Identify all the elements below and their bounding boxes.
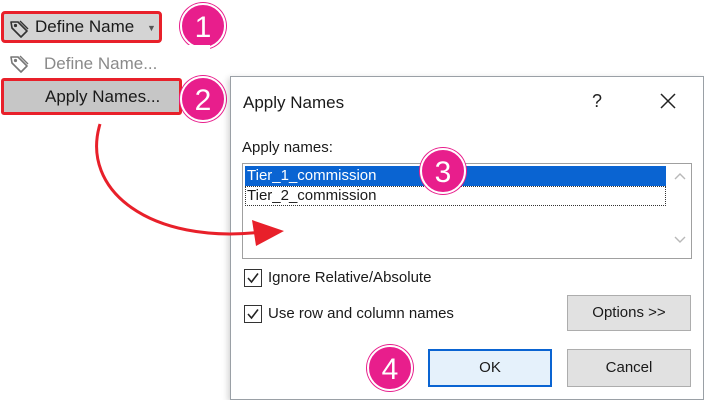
- ignore-relative-label[interactable]: Ignore Relative/Absolute: [268, 269, 431, 286]
- define-name-menu: Define Name... Apply Names...: [0, 45, 210, 130]
- define-name-label: Define Name: [35, 17, 135, 36]
- menu-item-define-name[interactable]: Define Name...: [0, 48, 195, 78]
- menu-item-apply-names[interactable]: Apply Names...: [1, 78, 182, 115]
- apply-names-label: Apply names:: [242, 139, 333, 156]
- dialog-title: Apply Names: [243, 93, 345, 112]
- step-badge-1: 1: [180, 3, 226, 49]
- step-badge-4: 4: [367, 345, 413, 391]
- scroll-up-icon[interactable]: [674, 172, 686, 183]
- use-row-column-label[interactable]: Use row and column names: [268, 305, 454, 322]
- help-button[interactable]: ?: [592, 91, 602, 112]
- ignore-relative-checkbox[interactable]: [244, 269, 262, 287]
- ok-button[interactable]: OK: [428, 349, 552, 387]
- step-badge-3: 3: [420, 148, 466, 194]
- close-icon[interactable]: [654, 87, 682, 115]
- cancel-button[interactable]: Cancel: [567, 349, 691, 387]
- define-name-button[interactable]: Define Name ▼: [1, 11, 162, 43]
- menu-item-label: Define Name...: [44, 54, 158, 73]
- check-icon: [247, 273, 259, 284]
- tag-icon: [8, 53, 30, 79]
- menu-item-label: Apply Names...: [45, 87, 161, 106]
- names-listbox[interactable]: Tier_1_commission Tier_2_commission: [242, 163, 692, 259]
- check-icon: [247, 309, 259, 320]
- caret-down-icon[interactable]: ▼: [147, 23, 156, 33]
- step-badge-2: 2: [180, 76, 226, 122]
- tag-icon: [8, 18, 30, 44]
- apply-names-dialog: Apply Names ? Apply names: Tier_1_commis…: [230, 76, 704, 400]
- scroll-down-icon[interactable]: [674, 236, 686, 247]
- options-button[interactable]: Options >>: [567, 295, 691, 331]
- use-row-column-checkbox[interactable]: [244, 305, 262, 323]
